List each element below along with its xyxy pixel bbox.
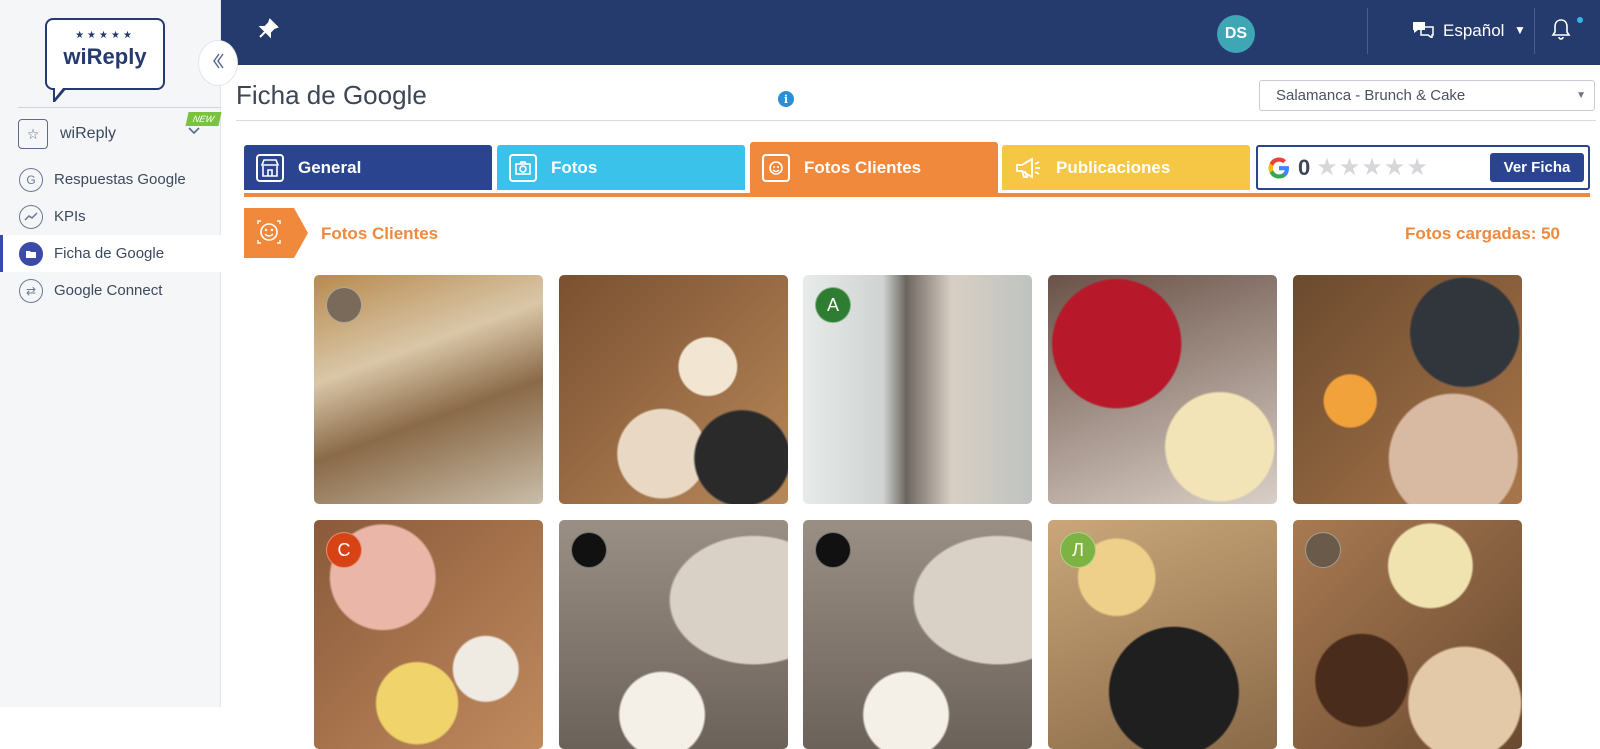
new-badge: NEW bbox=[185, 112, 222, 126]
bell-icon[interactable] bbox=[1551, 18, 1571, 46]
tab-fotos[interactable]: Fotos bbox=[497, 145, 745, 190]
tab-label: Fotos Clientes bbox=[804, 157, 922, 177]
customer-photo[interactable] bbox=[1293, 275, 1522, 504]
tab-underline bbox=[244, 193, 1590, 197]
reviewer-avatar bbox=[571, 532, 607, 568]
reviewer-avatar: C bbox=[326, 532, 362, 568]
google-logo-icon bbox=[1266, 155, 1292, 181]
location-select[interactable]: Salamanca - Brunch & Cake ▼ bbox=[1259, 80, 1595, 111]
page-title: Ficha de Google bbox=[236, 80, 427, 110]
app-switcher-label: wiReply bbox=[60, 125, 117, 142]
customer-photo[interactable] bbox=[559, 520, 788, 749]
double-chevron-left-icon bbox=[211, 52, 225, 75]
tab-label: General bbox=[298, 157, 362, 177]
reviewer-avatar: Л bbox=[1060, 532, 1096, 568]
google-rating-card: 0 ★★★★★ Ver Ficha bbox=[1256, 145, 1590, 190]
customer-photo[interactable] bbox=[1293, 520, 1522, 749]
sidebar-item-kpis[interactable]: KPIs bbox=[0, 198, 221, 235]
rating-stars-icon: ★★★★★ bbox=[1316, 154, 1429, 181]
caret-down-icon: ▼ bbox=[1576, 90, 1586, 101]
sync-arrows-icon: ⇄ bbox=[19, 278, 43, 303]
tab-label: Fotos bbox=[551, 157, 598, 177]
reviewer-avatar bbox=[815, 532, 851, 568]
trend-icon bbox=[19, 204, 43, 229]
reviewer-avatar bbox=[1305, 532, 1341, 568]
smiley-icon bbox=[762, 153, 790, 182]
customer-photo[interactable]: C bbox=[314, 520, 543, 749]
tab-label: Publicaciones bbox=[1056, 157, 1171, 177]
customer-photo[interactable] bbox=[1048, 275, 1277, 504]
section-title: Fotos Clientes bbox=[321, 224, 439, 243]
rating-count: 0 bbox=[1298, 154, 1311, 180]
customer-photo[interactable] bbox=[803, 520, 1032, 749]
info-icon[interactable]: i bbox=[778, 91, 794, 107]
logo-stars: ★★★★★ bbox=[75, 30, 135, 41]
sidebar-divider bbox=[18, 107, 221, 108]
folder-icon bbox=[19, 241, 43, 266]
caret-down-icon[interactable]: ▼ bbox=[1514, 23, 1526, 37]
star-icon: ☆ bbox=[18, 119, 48, 149]
photos-loaded-count: Fotos cargadas: 50 bbox=[1405, 224, 1560, 243]
sidebar-item-label: Google Connect bbox=[54, 282, 163, 299]
sidebar-item-respuestas-google[interactable]: G Respuestas Google bbox=[0, 161, 221, 198]
topbar-separator bbox=[1534, 8, 1535, 54]
megaphone-icon bbox=[1014, 154, 1042, 182]
notification-dot bbox=[1577, 17, 1583, 23]
customer-photo[interactable]: A bbox=[803, 275, 1032, 504]
topbar-separator bbox=[1367, 8, 1368, 54]
language-chat-icon bbox=[1411, 20, 1435, 43]
pin-icon[interactable] bbox=[257, 18, 279, 46]
customer-photo[interactable]: Л bbox=[1048, 520, 1277, 749]
storefront-icon bbox=[256, 153, 284, 182]
sidebar-item-label: KPIs bbox=[54, 208, 86, 225]
customer-photo[interactable] bbox=[559, 275, 788, 504]
header-divider bbox=[236, 120, 1596, 121]
sidebar-item-ficha-de-google[interactable]: Ficha de Google bbox=[0, 235, 221, 272]
logo-text: wiReply bbox=[63, 44, 147, 69]
wireply-logo[interactable]: ★★★★★ wiReply bbox=[45, 18, 165, 102]
language-selector[interactable]: Español bbox=[1443, 21, 1504, 41]
section-badge bbox=[244, 208, 308, 258]
user-avatar[interactable]: DS bbox=[1217, 15, 1255, 53]
location-select-value: Salamanca - Brunch & Cake bbox=[1276, 87, 1466, 104]
sidebar: ★★★★★ wiReply ☆ wiReply NEW G Respuestas… bbox=[0, 0, 222, 707]
camera-icon bbox=[509, 153, 537, 182]
sidebar-item-google-connect[interactable]: ⇄ Google Connect bbox=[0, 272, 221, 309]
customer-photo[interactable] bbox=[314, 275, 543, 504]
reviewer-avatar: A bbox=[815, 287, 851, 323]
reviewer-avatar bbox=[326, 287, 362, 323]
collapse-sidebar-button[interactable] bbox=[198, 40, 238, 86]
tab-publicaciones[interactable]: Publicaciones bbox=[1002, 145, 1250, 190]
tab-general[interactable]: General bbox=[244, 145, 492, 190]
sidebar-item-label: Respuestas Google bbox=[54, 171, 186, 188]
tab-fotos-clientes[interactable]: Fotos Clientes bbox=[750, 142, 998, 193]
google-circle-icon: G bbox=[19, 167, 43, 192]
ver-ficha-button[interactable]: Ver Ficha bbox=[1490, 153, 1584, 182]
top-bar: DS Español ▼ bbox=[221, 0, 1600, 65]
sidebar-item-label: Ficha de Google bbox=[54, 245, 165, 262]
